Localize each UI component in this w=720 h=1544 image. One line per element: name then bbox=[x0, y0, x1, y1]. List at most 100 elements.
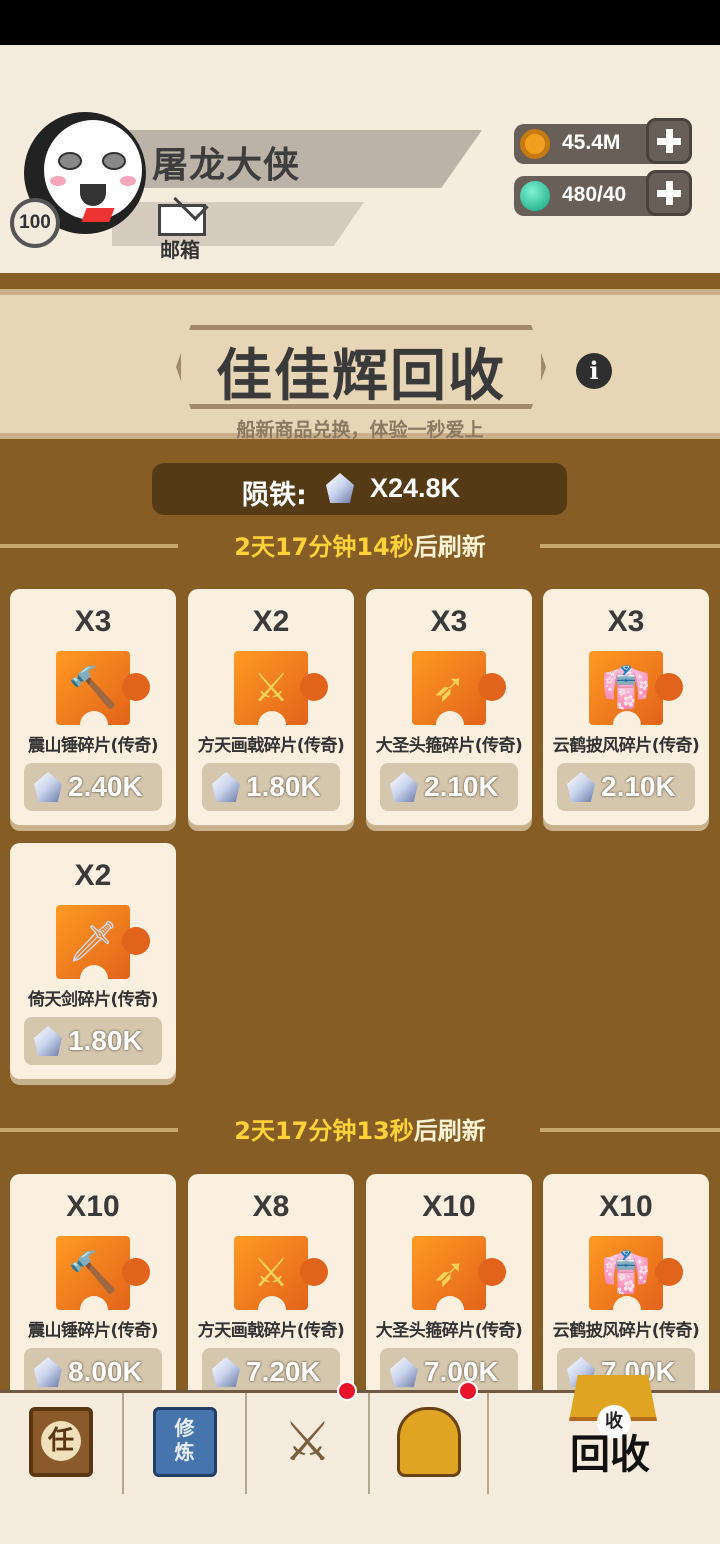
item-name: 大圣头箍碎片(传奇) bbox=[375, 736, 523, 756]
puzzle-piece-icon: 🔨 bbox=[56, 1236, 150, 1324]
buy-button[interactable]: 1.80K bbox=[202, 763, 340, 811]
shop-item-card[interactable]: X2 ⚔ 方天画戟碎片(传奇) 1.80K bbox=[188, 589, 354, 825]
energy-value: 480/40 bbox=[562, 183, 627, 206]
item-quantity: X2 bbox=[252, 605, 290, 638]
refresh-suffix: 后刷新 bbox=[413, 1117, 486, 1145]
item-name: 倚天剑碎片(传奇) bbox=[27, 990, 159, 1010]
add-energy-button[interactable] bbox=[646, 170, 692, 216]
item-price: 1.80K bbox=[68, 1025, 143, 1056]
currency-label: 陨铁: bbox=[242, 480, 307, 511]
puzzle-piece-icon: ➶ bbox=[412, 1236, 506, 1324]
avatar-scarf bbox=[81, 208, 115, 222]
cloak-icon: 👘 bbox=[601, 665, 651, 711]
notification-dot bbox=[337, 1381, 357, 1401]
mail-icon[interactable] bbox=[158, 204, 206, 236]
item-name: 云鹤披风碎片(传奇) bbox=[552, 1321, 700, 1341]
avatar-blush bbox=[50, 176, 66, 186]
shop-item-card[interactable]: X2 🗡 倚天剑碎片(传奇) 1.80K bbox=[10, 843, 176, 1079]
item-price: 2.10K bbox=[424, 771, 499, 802]
item-name: 方天画戟碎片(传奇) bbox=[197, 736, 345, 756]
item-price: 2.40K bbox=[68, 771, 143, 802]
shop-item-card[interactable]: X10 🔨 震山锤碎片(传奇) 8.00K bbox=[10, 1174, 176, 1390]
item-price: 7.20K bbox=[246, 1356, 321, 1387]
item-price: 8.00K bbox=[68, 1356, 143, 1387]
buy-button[interactable]: 2.10K bbox=[380, 763, 518, 811]
refresh-timer-2: 2天17分钟13秒后刷新 bbox=[0, 1111, 720, 1147]
meteorite-crystal-icon bbox=[208, 768, 244, 806]
gold-coin-icon bbox=[520, 129, 550, 159]
task-scroll-icon: 任 bbox=[29, 1407, 93, 1477]
puzzle-piece-icon: ⚔ bbox=[234, 651, 328, 739]
item-quantity: X3 bbox=[607, 605, 645, 638]
avatar-blush bbox=[120, 176, 136, 186]
crossed-swords-icon: ⚔ bbox=[283, 1410, 332, 1473]
buy-button[interactable]: 8.00K bbox=[24, 1348, 162, 1390]
mail-label[interactable]: 邮箱 bbox=[160, 234, 200, 263]
shop-item-card[interactable]: X3 ➶ 大圣头箍碎片(传奇) 2.10K bbox=[366, 589, 532, 825]
shop-subtitle: 船新商品兑换，体验一秒爱上 bbox=[236, 419, 484, 441]
footer-bar bbox=[0, 1494, 720, 1544]
buy-button[interactable]: 7.00K bbox=[380, 1348, 518, 1390]
energy-counter: 480/40 bbox=[514, 176, 664, 216]
buy-button[interactable]: 1.80K bbox=[24, 1017, 162, 1065]
shop-item-card[interactable]: X10 👘 云鹤披风碎片(传奇) 7.00K bbox=[543, 1174, 709, 1390]
item-price: 1.80K bbox=[246, 771, 321, 802]
nav-tab-equipment[interactable] bbox=[370, 1381, 489, 1497]
item-quantity: X3 bbox=[74, 605, 112, 638]
currency-bar: 陨铁: X24.8K bbox=[152, 463, 567, 515]
halberd-icon: ⚔ bbox=[253, 665, 289, 711]
item-name: 震山锤碎片(传奇) bbox=[27, 736, 159, 756]
recycle-tab-label: 回收 bbox=[570, 1432, 650, 1478]
puzzle-piece-icon: 🗡 bbox=[56, 905, 150, 993]
cultivate-label: 修炼 bbox=[174, 1416, 195, 1464]
add-gold-button[interactable] bbox=[646, 118, 692, 164]
nav-tab-battle[interactable]: ⚔ bbox=[247, 1381, 370, 1497]
info-icon[interactable]: i bbox=[576, 353, 612, 389]
gold-value: 45.4M bbox=[562, 131, 621, 154]
buy-button[interactable]: 2.40K bbox=[24, 763, 162, 811]
staff-icon: ➶ bbox=[432, 665, 466, 711]
shop-title: 佳佳辉回收 bbox=[216, 344, 506, 409]
buy-button[interactable]: 2.10K bbox=[557, 763, 695, 811]
meteorite-crystal-icon bbox=[322, 469, 358, 507]
currency-value: X24.8K bbox=[370, 473, 461, 503]
item-quantity: X8 bbox=[252, 1190, 290, 1223]
meteorite-crystal-icon bbox=[386, 768, 422, 806]
avatar[interactable]: 100 bbox=[10, 112, 150, 252]
helmet-icon bbox=[396, 1407, 461, 1477]
puzzle-piece-icon: 🔨 bbox=[56, 651, 150, 739]
shop-item-card[interactable]: X10 ➶ 大圣头箍碎片(传奇) 7.00K bbox=[366, 1174, 532, 1390]
item-name: 大圣头箍碎片(传奇) bbox=[375, 1321, 523, 1341]
nav-tab-task[interactable]: 任 bbox=[0, 1393, 124, 1497]
shop-item-card[interactable]: X3 🔨 震山锤碎片(传奇) 2.40K bbox=[10, 589, 176, 825]
refresh-timer-1: 2天17分钟14秒后刷新 bbox=[0, 527, 720, 563]
gold-counter: 45.4M bbox=[514, 124, 664, 164]
level-badge: 100 bbox=[10, 198, 60, 248]
item-quantity: X10 bbox=[66, 1190, 120, 1223]
item-name: 云鹤披风碎片(传奇) bbox=[552, 736, 700, 756]
meteorite-crystal-icon bbox=[386, 1353, 422, 1390]
item-quantity: X10 bbox=[599, 1190, 653, 1223]
status-bar bbox=[0, 0, 720, 45]
nav-tab-cultivate[interactable]: 修炼 bbox=[124, 1393, 247, 1497]
item-quantity: X3 bbox=[430, 605, 468, 638]
player-name: 屠龙大侠 bbox=[152, 145, 301, 186]
cloak-icon: 👘 bbox=[601, 1250, 651, 1296]
item-name: 震山锤碎片(传奇) bbox=[27, 1321, 159, 1341]
halberd-icon: ⚔ bbox=[253, 1250, 289, 1296]
meteorite-crystal-icon bbox=[30, 1353, 66, 1390]
puzzle-piece-icon: 👘 bbox=[589, 651, 683, 739]
shop-item-card[interactable]: X3 👘 云鹤披风碎片(传奇) 2.10K bbox=[543, 589, 709, 825]
item-price: 2.10K bbox=[601, 771, 676, 802]
refresh-time: 2天17分钟13秒 bbox=[234, 1117, 414, 1145]
refresh-suffix: 后刷新 bbox=[413, 533, 486, 561]
notification-dot bbox=[458, 1381, 478, 1401]
cultivate-book-icon: 修炼 bbox=[152, 1407, 217, 1477]
avatar-eye bbox=[58, 152, 82, 170]
item-name: 方天画戟碎片(传奇) bbox=[197, 1321, 345, 1341]
hammer-icon: 🔨 bbox=[68, 1250, 118, 1296]
item-quantity: X2 bbox=[74, 859, 112, 892]
meteorite-crystal-icon bbox=[30, 768, 66, 806]
shop-item-card[interactable]: X8 ⚔ 方天画戟碎片(传奇) 7.20K bbox=[188, 1174, 354, 1390]
buy-button[interactable]: 7.20K bbox=[202, 1348, 340, 1390]
